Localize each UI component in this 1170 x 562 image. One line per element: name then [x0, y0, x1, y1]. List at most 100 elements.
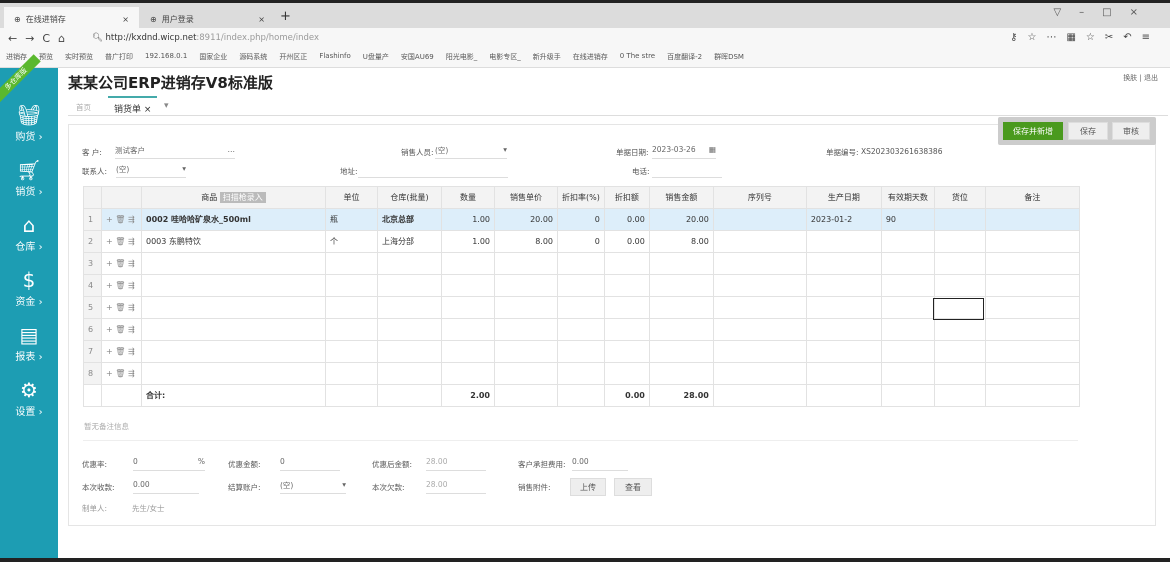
cell-price[interactable]: [494, 340, 558, 363]
cell-unit[interactable]: 瓶: [325, 208, 378, 231]
cell-date[interactable]: 2023-01-2: [805, 208, 882, 231]
cell-days[interactable]: [880, 252, 935, 275]
row-actions[interactable]: + 🗑︎ ⇶: [101, 252, 142, 275]
cell-product[interactable]: [141, 252, 326, 275]
bookmark-item[interactable]: 阳光电影_: [446, 52, 478, 65]
delete-row-icon[interactable]: 🗑︎: [115, 347, 125, 356]
cell-warehouse[interactable]: [377, 340, 442, 363]
cell-note[interactable]: [984, 362, 1080, 385]
delete-row-icon[interactable]: 🗑︎: [115, 281, 125, 290]
cell-product[interactable]: 0003 东鹏特饮: [141, 230, 326, 253]
cell-serial[interactable]: [712, 296, 807, 319]
url-input[interactable]: 🔍︎ http://kxdnd.wicp.net:8911/index.php/…: [92, 33, 319, 43]
table-row[interactable]: 7 + 🗑︎ ⇶: [83, 340, 1080, 363]
sidebar-item[interactable]: 🛒︎ 销货 ›: [0, 157, 58, 212]
cell-product[interactable]: [141, 318, 326, 341]
bookmark-item[interactable]: 预览: [39, 52, 53, 65]
salesperson-select[interactable]: (空) ▾: [435, 145, 507, 159]
cell-warehouse[interactable]: [377, 318, 442, 341]
cell-amount[interactable]: [648, 340, 714, 363]
cell-days[interactable]: [880, 230, 935, 253]
add-row-icon[interactable]: +: [106, 325, 113, 334]
sidebar-item[interactable]: ⌂ 仓库 ›: [0, 212, 58, 267]
stock-icon[interactable]: ⇶: [128, 215, 135, 224]
bookmark-item[interactable]: 0 The stre: [620, 52, 655, 65]
bookmark-item[interactable]: 电影专区_: [489, 52, 521, 65]
cell-price[interactable]: [494, 274, 558, 297]
skin-link[interactable]: 换肤: [1123, 74, 1137, 82]
bookmark-item[interactable]: 源码系统: [239, 52, 267, 65]
customer-field[interactable]: 测试客户…: [115, 145, 235, 159]
delete-row-icon[interactable]: 🗑︎: [115, 325, 125, 334]
cell-warehouse[interactable]: 上海分部: [377, 230, 442, 253]
stock-icon[interactable]: ⇶: [128, 303, 135, 312]
cell-amount[interactable]: 20.00: [648, 208, 714, 231]
tab-sales-order[interactable]: 销货单 ×: [108, 96, 158, 116]
delete-row-icon[interactable]: 🗑︎: [115, 259, 125, 268]
audit-button[interactable]: 审核: [1112, 122, 1150, 140]
cell-date[interactable]: [805, 252, 882, 275]
bookmark-item[interactable]: 在线进销存: [573, 52, 608, 65]
add-row-icon[interactable]: +: [106, 259, 113, 268]
cell-loc[interactable]: [933, 230, 986, 253]
tab-home[interactable]: 首页: [76, 102, 91, 113]
bookmark-item[interactable]: 实时预览: [65, 52, 93, 65]
add-row-icon[interactable]: +: [106, 237, 113, 246]
cell-serial[interactable]: [712, 252, 807, 275]
table-row[interactable]: 6 + 🗑︎ ⇶: [83, 318, 1080, 341]
cell-days[interactable]: [880, 274, 935, 297]
cell-unit[interactable]: [325, 340, 378, 363]
discount-amount-input[interactable]: 0: [280, 457, 340, 471]
table-row[interactable]: 5 + 🗑︎ ⇶: [83, 296, 1080, 319]
row-actions[interactable]: + 🗑︎ ⇶: [101, 318, 142, 341]
cell-warehouse[interactable]: 北京总部: [377, 208, 442, 231]
cell-rate[interactable]: [557, 340, 605, 363]
cell-amount[interactable]: [648, 274, 714, 297]
cell-unit[interactable]: [325, 318, 378, 341]
cell-note[interactable]: [984, 274, 1080, 297]
delete-row-icon[interactable]: 🗑︎: [115, 369, 125, 378]
stock-icon[interactable]: ⇶: [128, 325, 135, 334]
cell-days[interactable]: [880, 362, 935, 385]
date-field[interactable]: 2023-03-26 ▦: [652, 145, 716, 159]
logout-link[interactable]: 退出: [1144, 74, 1158, 82]
calendar-icon[interactable]: ▦: [709, 145, 716, 154]
cell-loc[interactable]: [933, 318, 986, 341]
cell-amount[interactable]: 8.00: [648, 230, 714, 253]
cell-discount[interactable]: [603, 252, 650, 275]
table-row[interactable]: 2 + 🗑︎ ⇶ 0003 东鹏特饮个上海分部 1.00 8.00 0 0.00 8.00: [83, 230, 1080, 253]
bookmark-item[interactable]: 开州区正: [279, 52, 307, 65]
cell-price[interactable]: [494, 362, 558, 385]
cell-serial[interactable]: [712, 274, 807, 297]
cell-note[interactable]: [984, 296, 1080, 319]
add-row-icon[interactable]: +: [106, 369, 113, 378]
bookmark-item[interactable]: 新升级手: [533, 52, 561, 65]
bookmark-item[interactable]: 百度翻译-2: [667, 52, 702, 65]
cell-product[interactable]: [141, 274, 326, 297]
cell-product[interactable]: [141, 362, 326, 385]
cell-serial[interactable]: [712, 318, 807, 341]
table-row[interactable]: 1 + 🗑︎ ⇶ 0002 哇哈哈矿泉水_500ml 瓶北京总部 1.00 20.00 0 0…: [83, 208, 1080, 231]
sidebar-item[interactable]: ⚙ 设置 ›: [0, 377, 58, 432]
cell-product[interactable]: 0002 哇哈哈矿泉水_500ml: [141, 208, 326, 231]
cell-unit[interactable]: 个: [325, 230, 378, 253]
table-row[interactable]: 4 + 🗑︎ ⇶: [83, 274, 1080, 297]
bookmark-item[interactable]: 群晖DSM: [714, 52, 744, 65]
bookmark-item[interactable]: U盘量产: [363, 52, 389, 65]
cell-warehouse[interactable]: [377, 274, 442, 297]
cell-loc[interactable]: [933, 340, 986, 363]
cell-loc[interactable]: [933, 208, 986, 231]
add-row-icon[interactable]: +: [106, 281, 113, 290]
account-select[interactable]: (空) ▾: [280, 480, 346, 494]
cell-loc[interactable]: [933, 362, 986, 385]
stock-icon[interactable]: ⇶: [128, 369, 135, 378]
cell-qty[interactable]: [441, 318, 495, 341]
sidebar-item[interactable]: ▤ 报表 ›: [0, 322, 58, 377]
bookmark-item[interactable]: 安国AU69: [401, 52, 434, 65]
cell-price[interactable]: 20.00: [494, 208, 558, 231]
cell-product[interactable]: [141, 340, 326, 363]
add-row-icon[interactable]: +: [106, 347, 113, 356]
cell-qty[interactable]: 1.00: [441, 230, 495, 253]
cell-n[interactable]: 6: [83, 318, 102, 341]
cell-note[interactable]: [984, 340, 1080, 363]
